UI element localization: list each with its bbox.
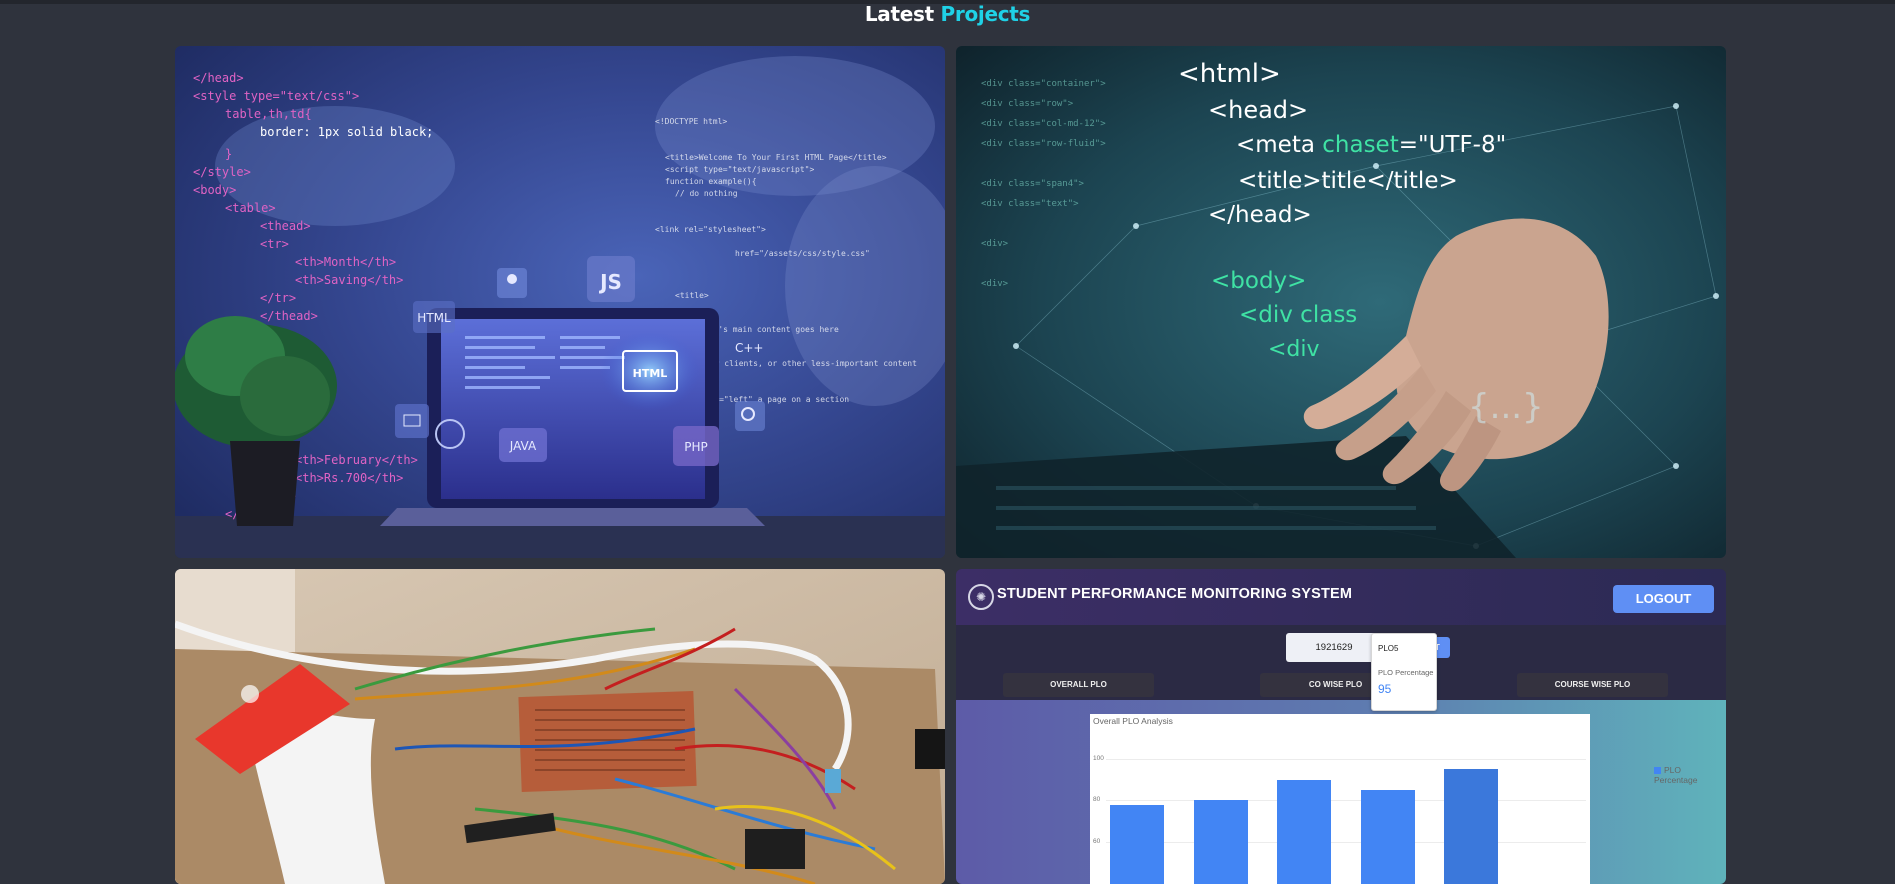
chart-tooltip: PLO5 PLO Percentage 95 bbox=[1371, 633, 1437, 711]
project-image-circuit-board bbox=[175, 569, 945, 884]
logout-button[interactable]: LOGOUT bbox=[1613, 585, 1714, 613]
chart-gridline bbox=[1106, 842, 1586, 844]
chart-title: Overall PLO Analysis bbox=[1093, 716, 1173, 726]
svg-text:<title>Welcome To Your First H: <title>Welcome To Your First HTML Page</… bbox=[665, 153, 887, 162]
svg-text:<div class="span4">: <div class="span4"> bbox=[981, 179, 1085, 189]
svg-text:<script type="text/javascript": <script type="text/javascript"> bbox=[665, 165, 814, 174]
svg-text:// do nothing: // do nothing bbox=[675, 189, 738, 198]
svg-text:JS: JS bbox=[598, 270, 622, 294]
svg-text:<div>: <div> bbox=[981, 279, 1009, 289]
svg-text:<th>Saving</th>: <th>Saving</th> bbox=[295, 273, 403, 287]
svg-text:<head>: <head> bbox=[1208, 96, 1308, 124]
project-card-electronics[interactable] bbox=[175, 569, 945, 884]
svg-text:HTML: HTML bbox=[417, 311, 451, 325]
svg-text:<body>: <body> bbox=[1211, 268, 1306, 294]
svg-text:<body>: <body> bbox=[193, 183, 236, 197]
y-tick-label: 80 bbox=[1093, 796, 1101, 804]
chart-bar[interactable] bbox=[1110, 804, 1164, 884]
svg-text:<link rel="stylesheet">: <link rel="stylesheet"> bbox=[655, 225, 766, 234]
plo-bar-chart: Overall PLO Analysis PLO Percentage 100 8… bbox=[1090, 714, 1697, 884]
project-image-laptop-code: </head> <style type="text/css"> table,th… bbox=[175, 46, 945, 558]
svg-text:<div class="container">: <div class="container"> bbox=[981, 79, 1106, 89]
svg-text:<table>: <table> bbox=[225, 201, 276, 215]
svg-text:<thead>: <thead> bbox=[260, 219, 311, 233]
dashboard-header: ✺ STUDENT PERFORMANCE MONITORING SYSTEM … bbox=[956, 569, 1726, 625]
y-tick-label: 100 bbox=[1093, 754, 1104, 762]
tab-course-wise-plo[interactable]: COURSE WISE PLO bbox=[1517, 673, 1668, 697]
svg-text:</head>: </head> bbox=[193, 71, 244, 85]
tooltip-key: PLO5 bbox=[1378, 644, 1399, 653]
tooltip-value: 95 bbox=[1378, 682, 1392, 696]
chart-bar[interactable] bbox=[1193, 800, 1248, 884]
svg-text:<th>Rs.700</th>: <th>Rs.700</th> bbox=[295, 471, 403, 485]
tooltip-label: PLO Percentage bbox=[1378, 668, 1434, 677]
section-title: Latest Projects bbox=[0, 2, 1895, 26]
svg-text:href="/assets/css/style.css": href="/assets/css/style.css" bbox=[735, 249, 870, 258]
svg-text:</thead>: </thead> bbox=[260, 309, 318, 323]
svg-text:HTML: HTML bbox=[633, 367, 668, 380]
svg-text:C++: C++ bbox=[735, 341, 764, 355]
svg-text:<div>: <div> bbox=[981, 239, 1009, 249]
svg-text:for clients, or other less-imp: for clients, or other less-important con… bbox=[705, 359, 917, 368]
svg-text:<title>: <title> bbox=[675, 291, 709, 300]
svg-text:JAVA: JAVA bbox=[509, 439, 537, 453]
svg-text:<!DOCTYPE html>: <!DOCTYPE html> bbox=[655, 117, 727, 126]
student-id-field[interactable]: 1921629 bbox=[1286, 633, 1382, 662]
chart-legend: PLO Percentage bbox=[1654, 765, 1697, 785]
svg-text:<div class="row-fluid">: <div class="row-fluid"> bbox=[981, 139, 1106, 149]
svg-text:<html>: <html> bbox=[1178, 59, 1281, 89]
project-card-coding[interactable]: <html> <head> <meta chaset="UTF-8" <titl… bbox=[956, 46, 1726, 558]
project-card-web-development[interactable]: </head> <style type="text/css"> table,th… bbox=[175, 46, 945, 558]
svg-text:{...}: {...} bbox=[1468, 387, 1544, 427]
svg-text:}: } bbox=[225, 147, 232, 161]
brain-icon: ✺ bbox=[968, 584, 994, 610]
svg-text:<div class="col-md-12">: <div class="col-md-12"> bbox=[981, 119, 1106, 129]
svg-text:table,th,td{: table,th,td{ bbox=[225, 107, 312, 121]
svg-text:<tr>: <tr> bbox=[260, 237, 289, 251]
svg-text:border: 1px solid black;: border: 1px solid black; bbox=[260, 125, 433, 139]
svg-text:<th>Month</th>: <th>Month</th> bbox=[295, 255, 396, 269]
project-card-student-performance[interactable]: ✺ STUDENT PERFORMANCE MONITORING SYSTEM … bbox=[956, 569, 1726, 884]
svg-text:</head>: </head> bbox=[1208, 202, 1312, 228]
svg-text:function example(){: function example(){ bbox=[665, 177, 757, 186]
svg-text:<th>February</th>: <th>February</th> bbox=[295, 453, 418, 467]
project-image-hand-keyboard: <html> <head> <meta chaset="UTF-8" <titl… bbox=[956, 46, 1726, 558]
svg-text:<div class="text">: <div class="text"> bbox=[981, 199, 1079, 209]
chart-bar[interactable] bbox=[1360, 789, 1415, 884]
svg-text:<title>title</title>: <title>title</title> bbox=[1238, 168, 1458, 194]
svg-text:<div class="row">: <div class="row"> bbox=[981, 99, 1074, 109]
y-tick-label: 60 bbox=[1093, 838, 1101, 846]
svg-text:</tr>: </tr> bbox=[260, 291, 296, 305]
svg-text:PHP: PHP bbox=[684, 440, 708, 454]
svg-text:<div: <div bbox=[1268, 337, 1320, 362]
svg-text:<div class: <div class bbox=[1239, 302, 1357, 328]
chart-bar[interactable] bbox=[1444, 769, 1498, 884]
svg-text:<meta chaset="UTF-8": <meta chaset="UTF-8" bbox=[1236, 132, 1506, 158]
section-title-plain: Latest bbox=[864, 2, 934, 26]
tab-overall-plo[interactable]: OVERALL PLO bbox=[1003, 673, 1154, 697]
section-title-accent: Projects bbox=[940, 2, 1031, 26]
dashboard-title: STUDENT PERFORMANCE MONITORING SYSTEM bbox=[997, 586, 1353, 602]
svg-text:<style type="text/css">: <style type="text/css"> bbox=[193, 89, 359, 103]
legend-swatch bbox=[1654, 767, 1661, 774]
chart-gridline bbox=[1106, 800, 1586, 802]
chart-bar[interactable] bbox=[1277, 779, 1331, 884]
svg-text:</style>: </style> bbox=[193, 165, 251, 179]
chart-gridline bbox=[1106, 758, 1586, 760]
